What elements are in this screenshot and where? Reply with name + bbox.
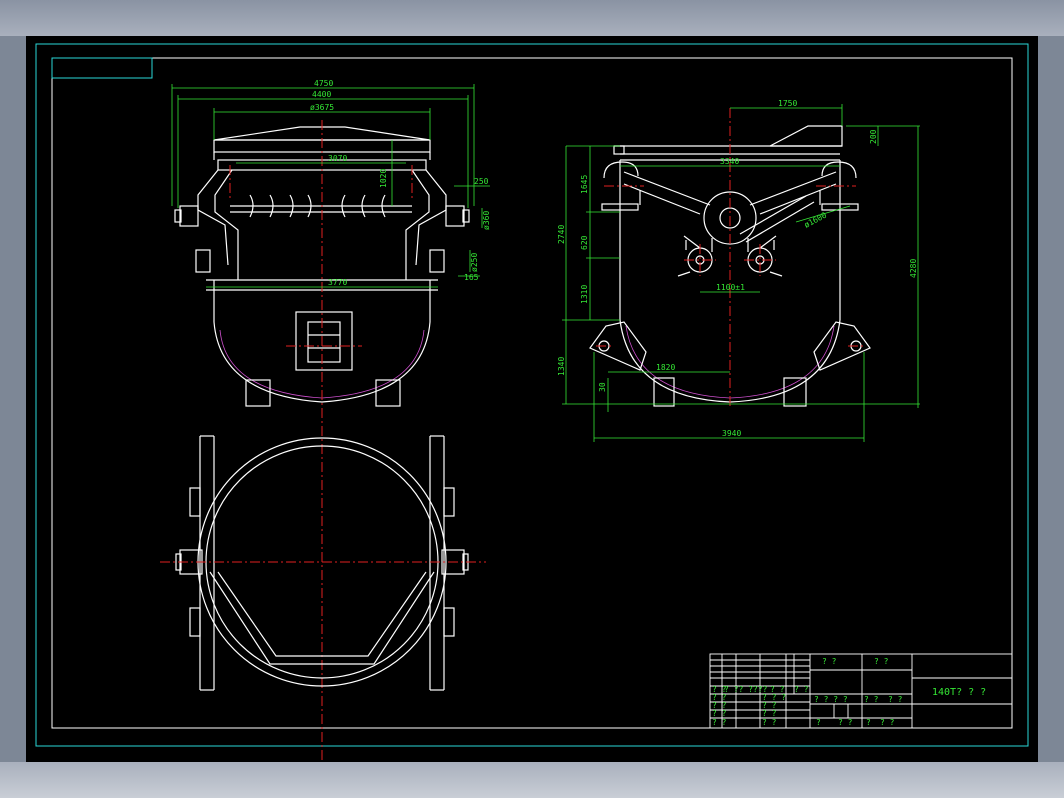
- svg-text:? ?: ? ?: [838, 718, 853, 727]
- svg-text:620: 620: [580, 235, 589, 250]
- svg-text:4750: 4750: [314, 79, 333, 88]
- svg-text:? ?: ? ?: [762, 718, 777, 727]
- svg-text:ø3675: ø3675: [310, 103, 334, 112]
- svg-text:? ?: ? ?: [712, 718, 727, 727]
- svg-text:200: 200: [869, 129, 878, 144]
- front-view-dimensions: 4750 4400 ø3675 3070 1020 3770 250 ø360 …: [310, 79, 491, 287]
- svg-text:? ?: ? ?: [794, 685, 809, 694]
- svg-text:3070: 3070: [328, 154, 347, 163]
- svg-text:3340: 3340: [720, 157, 739, 166]
- svg-text:? ? ? ?: ? ? ? ?: [814, 695, 848, 704]
- svg-text:4400: 4400: [312, 90, 331, 99]
- svg-text:1100±1: 1100±1: [716, 283, 745, 292]
- svg-text:? ?: ? ?: [874, 657, 889, 666]
- svg-text:1750: 1750: [778, 99, 797, 108]
- svg-text:? ?: ? ?: [864, 695, 879, 704]
- svg-text:30: 30: [598, 382, 607, 392]
- svg-text:1340: 1340: [557, 357, 566, 376]
- svg-text:? ?: ? ?: [712, 709, 727, 718]
- title-block-text: ? ? ? ? 140T? ? ? ? ? ? ?? ???? ? ? ? ? …: [712, 657, 986, 727]
- drawing-frames: [35, 43, 1029, 747]
- svg-text:1310: 1310: [580, 285, 589, 304]
- svg-text:250: 250: [474, 177, 489, 186]
- front-view-dimension-lines: [171, 84, 490, 288]
- svg-text:1820: 1820: [656, 363, 675, 372]
- svg-text:3770: 3770: [328, 278, 347, 287]
- svg-text:165: 165: [464, 273, 479, 282]
- svg-text:3940: 3940: [722, 429, 741, 438]
- svg-text:4280: 4280: [909, 259, 918, 278]
- svg-text:140T? ? ?: 140T? ? ?: [932, 687, 986, 698]
- svg-text:? ?: ? ?: [822, 657, 837, 666]
- svg-text:ø1600: ø1600: [803, 210, 829, 229]
- svg-text:?: ?: [816, 718, 821, 727]
- svg-text:ø250: ø250: [470, 253, 479, 272]
- svg-text:? ?: ? ?: [762, 709, 777, 718]
- svg-text:? ?: ? ?: [888, 695, 903, 704]
- svg-text:1020: 1020: [379, 169, 388, 188]
- svg-text:? ?: ? ?: [880, 718, 895, 727]
- svg-text:?: ?: [866, 718, 871, 727]
- svg-text:? ?? ????: ? ?? ????: [724, 685, 768, 694]
- svg-text:ø360: ø360: [482, 211, 491, 230]
- side-view-dimension-lines: [562, 104, 920, 442]
- cad-drawing: 4750 4400 ø3675 3070 1020 3770 250 ø360 …: [35, 43, 1029, 760]
- svg-text:1645: 1645: [580, 175, 589, 194]
- svg-text:2740: 2740: [557, 225, 566, 244]
